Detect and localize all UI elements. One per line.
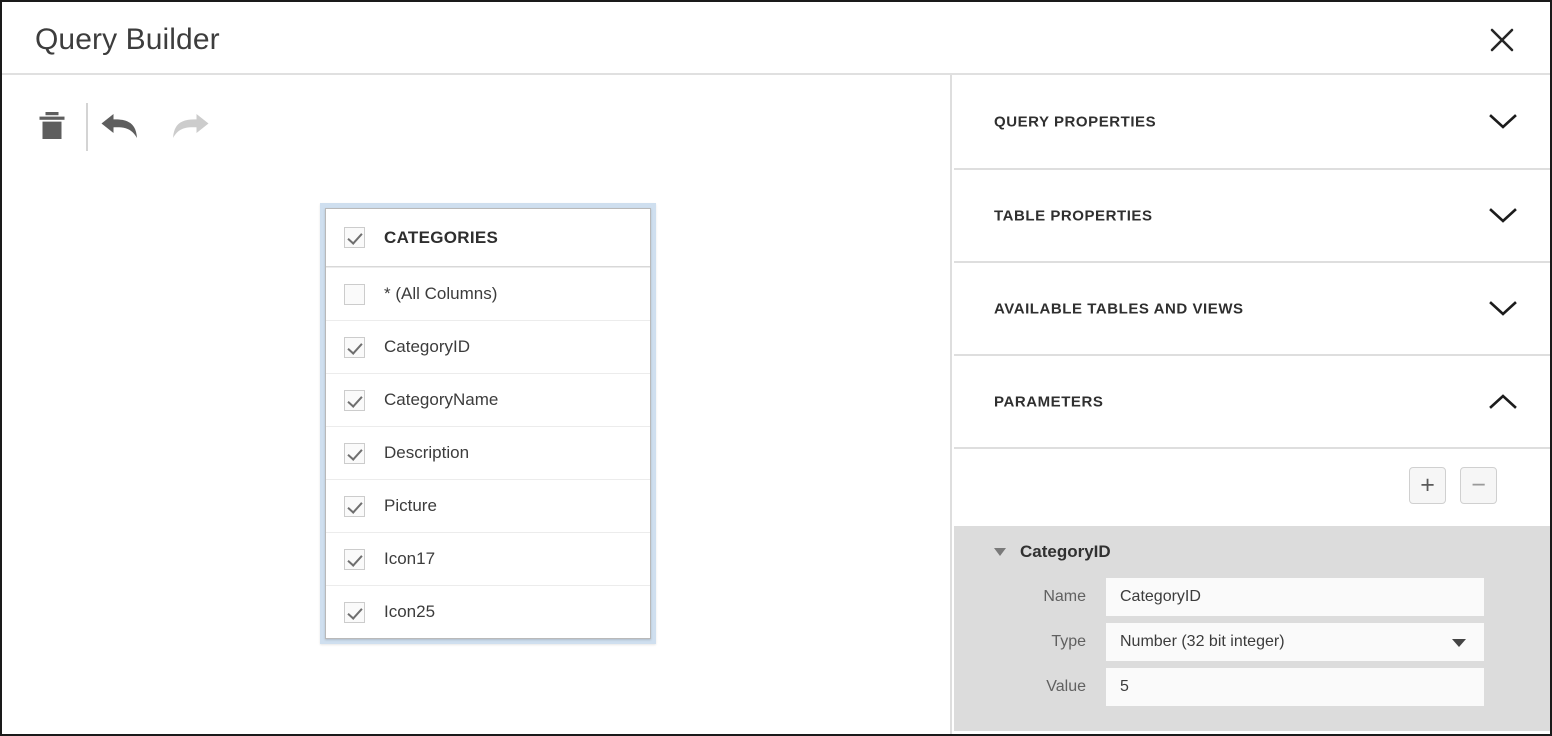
parameter-name-label: Name <box>1043 588 1086 605</box>
column-label: CategoryName <box>384 390 499 409</box>
parameter-type-label: Type <box>1051 633 1086 650</box>
minus-icon: − <box>1471 471 1486 499</box>
canvas-toolbar <box>2 75 950 175</box>
parameter-group-header[interactable]: CategoryID <box>954 526 1550 578</box>
section-title: PARAMETERS <box>994 393 1104 410</box>
table-card-selection[interactable]: CATEGORIES * (All Columns) CategoryID Ca… <box>320 203 656 644</box>
chevron-down-icon[interactable] <box>1481 287 1525 331</box>
parameter-value-input[interactable] <box>1106 668 1484 706</box>
trash-icon <box>37 110 67 142</box>
parameter-name-row: Name <box>954 578 1550 616</box>
page-title: Query Builder <box>35 23 220 56</box>
table-name-label: CATEGORIES <box>384 227 499 247</box>
section-title: TABLE PROPERTIES <box>994 207 1153 224</box>
chevron-up-icon[interactable] <box>1481 380 1525 424</box>
delete-button[interactable] <box>26 100 78 152</box>
triangle-down-icon <box>994 548 1006 556</box>
column-row[interactable]: * (All Columns) <box>326 267 650 320</box>
toolbar-divider <box>86 103 88 151</box>
parameter-type-value: Number (32 bit integer) <box>1120 633 1285 650</box>
column-label: Description <box>384 443 470 462</box>
section-table-properties[interactable]: TABLE PROPERTIES <box>954 168 1550 261</box>
section-parameters[interactable]: PARAMETERS <box>954 354 1550 447</box>
parameter-group-categoryid: CategoryID Name Type Number (32 bit inte… <box>954 526 1550 731</box>
parameters-body: + − CategoryID Name Type N <box>954 447 1550 731</box>
column-label: Icon25 <box>384 602 436 621</box>
remove-parameter-button[interactable]: − <box>1460 467 1497 504</box>
properties-panel: QUERY PROPERTIES TABLE PROPERTIES AVAILA… <box>954 75 1550 734</box>
query-canvas[interactable]: CATEGORIES * (All Columns) CategoryID Ca… <box>2 75 952 734</box>
column-checkbox[interactable] <box>344 336 365 358</box>
parameter-type-select[interactable]: Number (32 bit integer) <box>1106 623 1484 661</box>
dialog-titlebar: Query Builder <box>2 2 1550 75</box>
parameter-value-label: Value <box>1046 678 1086 695</box>
column-checkbox[interactable] <box>344 495 365 517</box>
column-row[interactable]: Picture <box>326 479 650 532</box>
table-checkbox[interactable] <box>344 227 365 248</box>
undo-button[interactable] <box>95 100 147 152</box>
parameter-value-row: Value <box>954 668 1550 706</box>
chevron-down-icon[interactable] <box>1481 194 1525 238</box>
column-row[interactable]: CategoryID <box>326 320 650 373</box>
chevron-down-icon[interactable] <box>1481 100 1525 144</box>
chevron-down-icon <box>1452 639 1466 647</box>
table-card-header[interactable]: CATEGORIES <box>326 209 650 267</box>
redo-button[interactable] <box>163 100 215 152</box>
plus-icon: + <box>1420 471 1435 499</box>
column-row[interactable]: Icon17 <box>326 532 650 585</box>
query-builder-dialog: Query Builder CATEGORIES * (All Columns)… <box>0 0 1552 736</box>
column-checkbox[interactable] <box>344 601 365 623</box>
column-label: CategoryID <box>384 337 470 356</box>
undo-arrow-icon <box>99 108 143 144</box>
column-checkbox[interactable] <box>344 283 365 305</box>
section-title: QUERY PROPERTIES <box>994 113 1157 130</box>
column-row[interactable]: CategoryName <box>326 373 650 426</box>
parameters-toolbar: + − <box>954 449 1550 526</box>
parameter-name-input[interactable] <box>1106 578 1484 616</box>
close-button[interactable] <box>1480 18 1524 62</box>
section-query-properties[interactable]: QUERY PROPERTIES <box>954 75 1550 168</box>
column-checkbox[interactable] <box>344 442 365 464</box>
parameter-type-row: Type Number (32 bit integer) <box>954 623 1550 661</box>
section-title: AVAILABLE TABLES AND VIEWS <box>994 300 1244 317</box>
column-label: Picture <box>384 496 437 515</box>
close-icon <box>1489 27 1515 53</box>
column-label: Icon17 <box>384 549 436 568</box>
add-parameter-button[interactable]: + <box>1409 467 1446 504</box>
parameter-group-name: CategoryID <box>1020 542 1111 561</box>
redo-arrow-icon <box>167 108 211 144</box>
column-row[interactable]: Icon25 <box>326 585 650 638</box>
column-label: * (All Columns) <box>384 284 498 303</box>
section-available-tables-and-views[interactable]: AVAILABLE TABLES AND VIEWS <box>954 261 1550 354</box>
column-checkbox[interactable] <box>344 389 365 411</box>
column-row[interactable]: Description <box>326 426 650 479</box>
table-card-categories[interactable]: CATEGORIES * (All Columns) CategoryID Ca… <box>325 208 651 639</box>
column-checkbox[interactable] <box>344 548 365 570</box>
